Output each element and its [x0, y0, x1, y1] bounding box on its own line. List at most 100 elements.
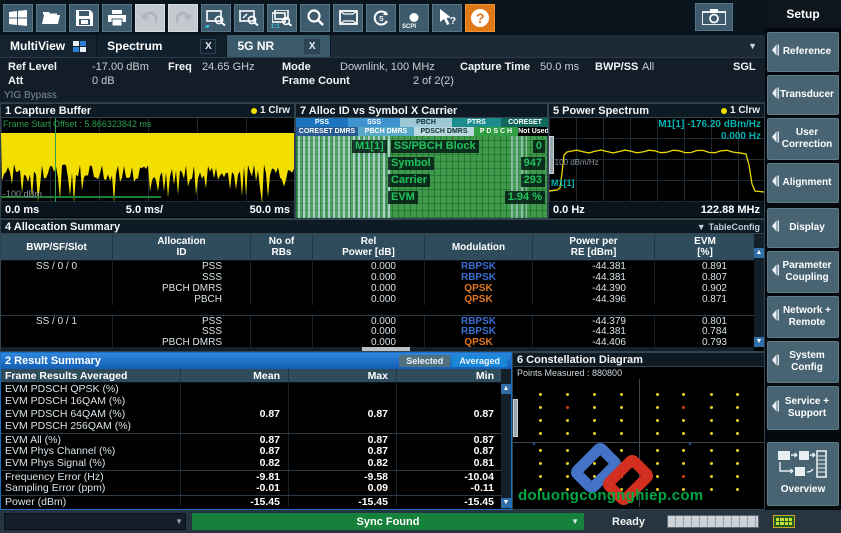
sidebar-button-network-remote[interactable]: Network + Remote [767, 296, 839, 338]
power-spectrum-plot[interactable]: M1[1] -176.20 dBm/Hz 0.000 Hz -100 dBm/H… [549, 118, 764, 202]
allocation-scrollbar[interactable]: ▲ ▼ [754, 234, 764, 347]
tab-spectrum[interactable]: Spectrum X [97, 35, 228, 57]
sidebar-button-display[interactable]: Display [767, 208, 839, 248]
result-row[interactable]: EVM PDSCH QPSK (%) [1, 383, 511, 396]
result-row[interactable]: Sampling Error (ppm) -0.01 0.09 -0.11 [1, 482, 511, 495]
marker-frequency: 0.000 Hz [720, 131, 761, 142]
print-icon[interactable] [102, 3, 132, 32]
window-result-summary: 2 Result Summary Selected Averaged Frame… [0, 352, 512, 510]
keyboard-icon[interactable] [773, 515, 796, 528]
single-sweep-icon[interactable]: S [366, 3, 396, 32]
frame-count-label: Frame Count [282, 75, 350, 87]
window-constellation: 6 Constellation Diagram Points Measured … [512, 352, 765, 510]
mode-value[interactable]: Downlink, 100 MHz [340, 61, 435, 73]
tab-multiview[interactable]: MultiView [0, 35, 98, 57]
alloc-legend-row1: PSS SSS PBCH PTRS CORESET [296, 118, 549, 127]
allocation-row[interactable]: PBCH DMRS 0.000 QPSK -44.390 0.902 [1, 283, 764, 294]
averaged-button[interactable]: Averaged [452, 355, 507, 367]
result-row[interactable]: EVM PDSCH 256QAM (%) [1, 420, 511, 433]
constellation-plot[interactable]: doluongcongnghiep.com [513, 379, 764, 507]
allocation-row[interactable]: SS / 0 / 0 PSS 0.000 RBPSK -44.381 0.891 [1, 261, 764, 272]
search-icon[interactable] [300, 3, 330, 32]
result-row[interactable]: EVM All (%) 0.87 0.87 0.87 [1, 432, 511, 445]
result-row[interactable]: EVM Phys Signal (%) 0.82 0.82 0.81 [1, 457, 511, 470]
alloc-id-title-bar[interactable]: 7 Alloc ID vs Symbol X Carrier [296, 104, 547, 118]
result-row[interactable]: Frequency Error (Hz) -9.81 -9.58 -10.04 [1, 469, 511, 483]
result-table-header: Frame Results Averaged Mean Max Min [1, 369, 511, 383]
sidebar-button-parameter-coupling[interactable]: Parameter Coupling [767, 251, 839, 293]
zoom-select-icon[interactable] [234, 3, 264, 32]
softkey-arrow-icon [771, 220, 779, 236]
selected-button[interactable]: Selected [399, 355, 451, 367]
constellation-title-bar[interactable]: 6 Constellation Diagram [513, 353, 764, 367]
freq-value[interactable]: 24.65 GHz [202, 61, 255, 73]
zoom-area-icon[interactable]: ▰ [201, 3, 231, 32]
sidebar-button-reference[interactable]: Reference [767, 32, 839, 72]
overview-button[interactable]: Overview [767, 442, 839, 506]
frame-count-value[interactable]: 2 of 2(2) [413, 75, 454, 87]
capture-buffer-title: 1 Capture Buffer [5, 104, 92, 117]
allocation-row[interactable]: SSS 0.000 RBPSK -44.381 0.807 [1, 272, 764, 283]
allocation-row[interactable]: SS / 0 / 1 PSS 0.000 RBPSK -44.379 0.801 [1, 315, 764, 326]
result-row[interactable]: EVM Phys Channel (%) 0.87 0.87 0.87 [1, 444, 511, 458]
tab-spectrum-close-icon[interactable]: X [200, 38, 217, 54]
result-row[interactable]: EVM PDSCH 16QAM (%) [1, 395, 511, 408]
bwp-value[interactable]: All [642, 61, 654, 73]
status-message-box[interactable]: ▼ [4, 513, 186, 530]
scroll-up-icon[interactable]: ▲ [501, 384, 511, 394]
sidebar-button-alignment[interactable]: Alignment [767, 163, 839, 203]
constellation-point [565, 405, 569, 409]
sidebar-button-service-support[interactable]: Service + Support [767, 386, 839, 430]
result-summary-title-bar[interactable]: 2 Result Summary Selected Averaged [1, 353, 511, 369]
allocation-summary-title-bar[interactable]: 4 Allocation Summary ▼ TableConfig [1, 220, 764, 234]
ref-level-value[interactable]: -17.00 dBm [92, 61, 149, 73]
window-drag-handle[interactable] [549, 136, 554, 174]
sync-status[interactable]: Sync Found ▼ [192, 513, 584, 530]
capture-buffer-plot[interactable]: Frame Start Offset : 5.866323842 ms -100… [1, 118, 294, 202]
result-row[interactable]: EVM PDSCH 64QAM (%) 0.87 0.87 0.87 [1, 407, 511, 421]
capture-time-value[interactable]: 50.0 ms [540, 61, 579, 73]
ref-level-label: Ref Level [8, 61, 57, 73]
marker-row-evm: EVM 1.94 % [388, 191, 545, 204]
zoom-one-to-one-icon[interactable]: 1:1 [267, 3, 297, 32]
frame-icon[interactable] [333, 3, 363, 32]
x-end-label: 122.88 MHz [700, 203, 760, 216]
bwp-label: BWP/SS [595, 61, 639, 73]
table-config-button[interactable]: ▼ TableConfig [697, 222, 760, 232]
alloc-id-title: 7 Alloc ID vs Symbol X Carrier [300, 104, 458, 117]
scroll-down-icon[interactable]: ▼ [754, 337, 764, 347]
sidebar-button-user-correction[interactable]: User Correction [767, 118, 839, 160]
selection-help-icon[interactable]: ? [432, 3, 462, 32]
alloc-id-plot[interactable]: M1[1] SS/PBCH Block 0 Symbol 947 Carrier… [296, 136, 547, 218]
allocation-row[interactable]: PBCH 0.000 QPSK -44.396 0.871 [1, 294, 764, 305]
result-row[interactable]: Power (dBm) -15.45 -15.45 -15.45 [1, 494, 511, 507]
tab-5gnr-close-icon[interactable]: X [304, 38, 321, 54]
constellation-point [565, 392, 569, 396]
camera-icon[interactable] [695, 3, 733, 31]
sidebar-button-transducer[interactable]: Transducer [767, 75, 839, 115]
window-drag-handle[interactable] [513, 399, 518, 437]
allocation-row[interactable]: SSS 0.000 RBPSK -44.381 0.784 [1, 326, 764, 337]
scroll-up-icon[interactable]: ▲ [754, 248, 764, 258]
constellation-point [539, 475, 543, 479]
hscroll-thumb[interactable] [362, 347, 411, 351]
windows-icon[interactable] [3, 3, 33, 32]
col-header: Mean [181, 369, 289, 382]
scpi-icon[interactable]: SCPI [399, 3, 429, 32]
capture-buffer-title-bar[interactable]: 1 Capture Buffer 1 Clrw [1, 104, 294, 118]
tab-5gnr[interactable]: 5G NR X [227, 35, 332, 57]
result-scrollbar[interactable]: ▲ ▼ [501, 369, 511, 509]
allocation-hscrollbar[interactable] [1, 347, 754, 351]
tab-overflow-caret-icon[interactable]: ▼ [748, 41, 765, 51]
att-value[interactable]: 0 dB [92, 75, 115, 87]
save-icon[interactable] [69, 3, 99, 32]
constellation-point [735, 488, 739, 492]
help-question: ? [476, 10, 485, 26]
help-icon[interactable]: ? [465, 3, 495, 32]
sidebar-button-system-config[interactable]: System Config [767, 341, 839, 383]
result-table-body: EVM PDSCH QPSK (%) EVM PDSCH 16QAM (%) EVM… [1, 383, 511, 507]
power-spectrum-title-bar[interactable]: 5 Power Spectrum 1 Clrw [549, 104, 764, 118]
legend-sss: SSS [348, 118, 400, 127]
open-folder-icon[interactable] [36, 3, 66, 32]
scroll-down-icon[interactable]: ▼ [501, 498, 511, 508]
